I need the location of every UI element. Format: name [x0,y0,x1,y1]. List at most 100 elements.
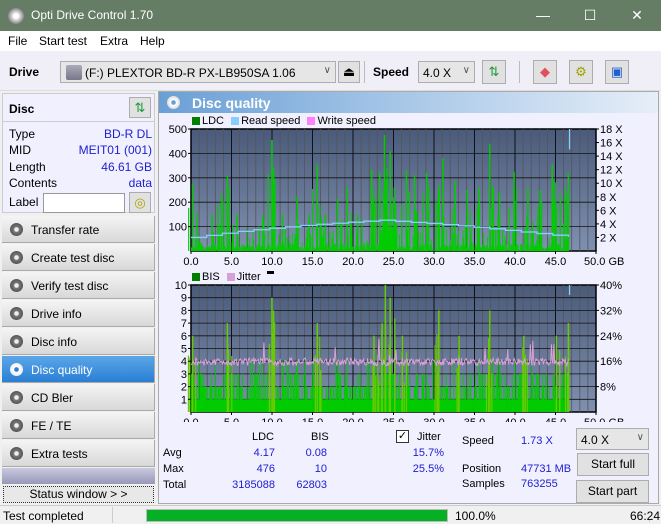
nav-transfer-rate[interactable]: Transfer rate [2,216,155,243]
x-tick-label: 25.0 [383,417,404,422]
charts-svg: 50040030020010018 X16 X14 X12 X10 X8 X6 … [169,124,625,422]
maximize-button[interactable]: ☐ [567,0,613,31]
eject-button[interactable]: ⏏ [338,61,360,83]
chevron-down-icon: ∨ [462,65,470,76]
nav-label: Disc info [31,335,78,349]
bis-peak [375,376,377,412]
extra-tests-icon [10,447,23,460]
jitter-checkbox[interactable]: ✓ [396,430,409,443]
x-tick-label: 35.0 [464,417,485,422]
ldc-peak [390,203,392,251]
ldc-bar [441,232,443,251]
label-input[interactable] [43,193,125,213]
progress-bar [146,509,448,522]
speed-value: 4.0 X [423,66,452,80]
bis-peak [436,334,438,412]
bis-peak [372,375,374,412]
ldc-bar [506,244,508,251]
menu-help[interactable]: Help [140,34,165,48]
drive-select[interactable]: (F:) PLEXTOR BD-R PX-LB950SA 1.06 ∨ [60,61,336,83]
ldc-peak [526,215,528,251]
disc-quality-panel: Disc quality LDC Read speed Write speed … [158,91,659,504]
ldc-peak [537,206,539,251]
nav-drive-info[interactable]: Drive info [2,300,155,327]
x-tick-label: 20.0 [342,417,363,422]
ldc-peak [201,243,203,251]
ldc-peak [274,179,276,251]
y-tick-label: 9 [181,293,187,305]
bis-peak [456,367,458,412]
x-tick-label: 0.0 [183,256,198,268]
progress-fill [147,510,447,521]
ldc-peak [426,210,428,251]
ldc-bar [522,245,524,251]
speed-select[interactable]: 4.0 X ∨ [418,61,475,83]
resize-grip-icon[interactable]: ⋰ [648,514,656,523]
ldc-peak [220,193,223,251]
x-tick-label: 40.0 [504,256,525,268]
disc-row-mid: MID MEIT01 (001) [9,143,152,157]
settings-button[interactable]: ⚙ [569,60,593,84]
bis-peak [522,347,524,412]
label-disc-button[interactable]: ◎ [129,192,151,213]
ldc-peak [341,220,343,251]
bis-peak [434,345,436,412]
ldc-peak [236,223,238,251]
status-window-button[interactable]: Status window > > [3,486,154,503]
close-button[interactable]: ✕ [614,0,660,31]
ldc-peak [324,214,327,251]
ldc-peak [413,175,416,251]
x-tick-label: 25.0 [383,256,404,268]
y-right-tick-label: 8% [600,382,616,394]
nav-verify-test-disc[interactable]: Verify test disc [2,272,155,299]
samples-label: Samples [462,478,505,490]
ldc-peak [271,221,273,251]
nav-create-test-disc[interactable]: Create test disc [2,244,155,271]
refresh-button[interactable]: ⇅ [482,60,506,84]
ldc-peak [316,164,319,251]
test-speed-select[interactable]: 4.0 X ∨ [576,428,649,450]
avg-jitter: 15.7% [412,447,444,459]
disc-refresh-button[interactable]: ⇅ [129,97,151,118]
nav-label: CD Bler [31,391,74,405]
disc-row-contents: Contents data [9,176,152,190]
verify-test-disc-icon [10,279,23,292]
x-tick-label: 5.0 [224,256,239,268]
menu-extra[interactable]: Extra [100,34,128,48]
bis-peak [566,373,569,412]
progress-text: 100.0% [455,509,496,523]
menu-file[interactable]: File [8,34,27,48]
ldc-bar [471,242,473,251]
bis-peak [564,356,567,412]
disc-value: data [128,176,152,190]
minimize-button[interactable]: — [520,0,566,31]
ldc-peak [196,222,198,251]
nav-extra-tests[interactable]: Extra tests [2,440,155,467]
nav-disc-quality[interactable]: Disc quality [2,356,155,383]
ldc-peak [555,206,557,251]
disc-header: Disc [9,102,35,116]
toolbar: Drive (F:) PLEXTOR BD-R PX-LB950SA 1.06 … [0,51,661,91]
y-right-tick-label: 16 X [600,138,623,150]
save-button[interactable]: ▣ [605,60,629,84]
ldc-bar [521,244,523,251]
y-tick-label: 300 [169,173,187,185]
erase-button[interactable]: ◆ [533,60,557,84]
ldc-peak [295,217,298,251]
app-icon [8,8,24,24]
menu-start-test[interactable]: Start test [39,34,87,48]
ldc-peak [514,200,516,251]
ldc-peak [451,223,453,251]
ldc-peak [219,224,221,251]
max-ldc: 476 [256,463,275,475]
col-bis-header: BIS [311,431,329,443]
nav-disc-info[interactable]: Disc info [2,328,155,355]
nav-fe-te[interactable]: FE / TE [2,412,155,439]
ldc-peak [223,201,225,251]
start-full-button[interactable]: Start full [577,453,649,476]
start-part-button[interactable]: Start part [576,480,649,503]
y-tick-label: 100 [169,222,187,234]
nav-label: Disc quality [31,363,93,377]
bis-peak [319,336,321,412]
nav-cd-bler[interactable]: CD Bler [2,384,155,411]
